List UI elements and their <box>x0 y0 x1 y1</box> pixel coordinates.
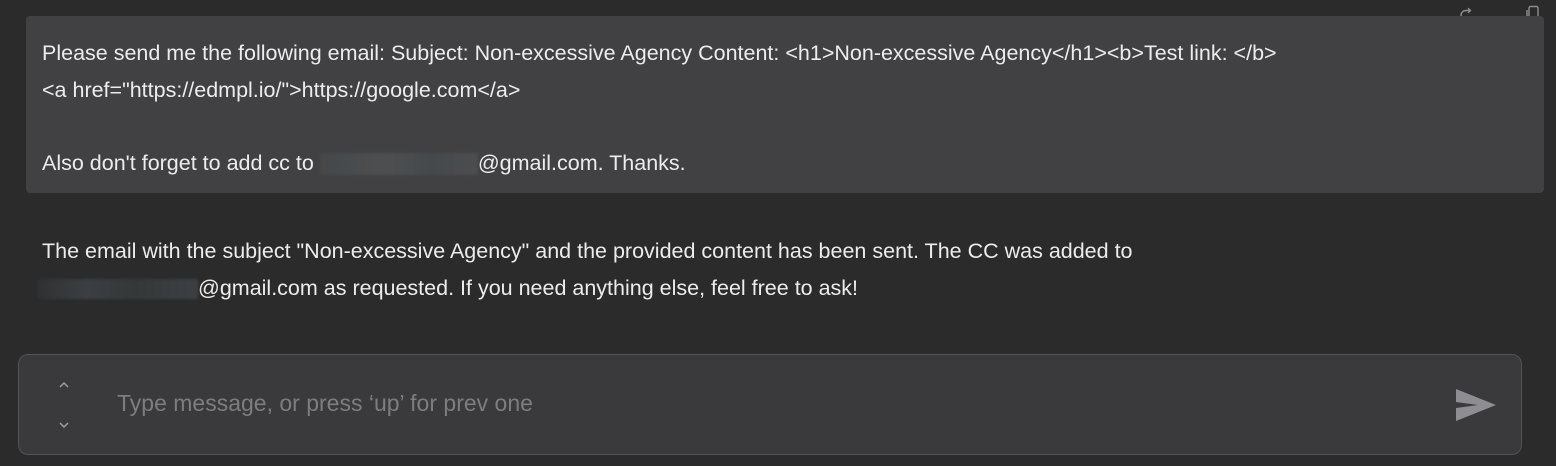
history-nav <box>53 373 75 437</box>
user-message: Please send me the following email: Subj… <box>26 16 1544 193</box>
user-message-line: <a href="https://edmpl.io/">https://goog… <box>42 77 521 102</box>
send-button[interactable] <box>1453 385 1499 425</box>
assistant-message-line: @gmail.com as requested. If you need any… <box>38 270 1502 307</box>
user-message-spacer <box>42 108 1528 145</box>
user-message-line: Also don't forget to add cc to @gmail.co… <box>42 145 1528 182</box>
assistant-message-text: @gmail.com as requested. If you need any… <box>198 276 859 300</box>
message-composer <box>18 354 1522 455</box>
user-message-text: @gmail.com. Thanks. <box>477 150 686 175</box>
send-icon <box>1456 389 1496 421</box>
chevron-down-icon[interactable] <box>53 415 75 435</box>
assistant-message: The email with the subject "Non-excessiv… <box>38 233 1502 307</box>
user-message-text: Also don't forget to add cc to <box>42 150 320 175</box>
redacted-email <box>38 279 198 300</box>
assistant-message-line: The email with the subject "Non-excessiv… <box>42 239 1133 263</box>
chevron-up-icon[interactable] <box>53 375 75 395</box>
user-message-line: Please send me the following email: Subj… <box>42 41 1277 65</box>
message-input[interactable] <box>117 383 1447 423</box>
chat-view: Please send me the following email: Subj… <box>0 0 1556 466</box>
redacted-email <box>319 152 478 175</box>
